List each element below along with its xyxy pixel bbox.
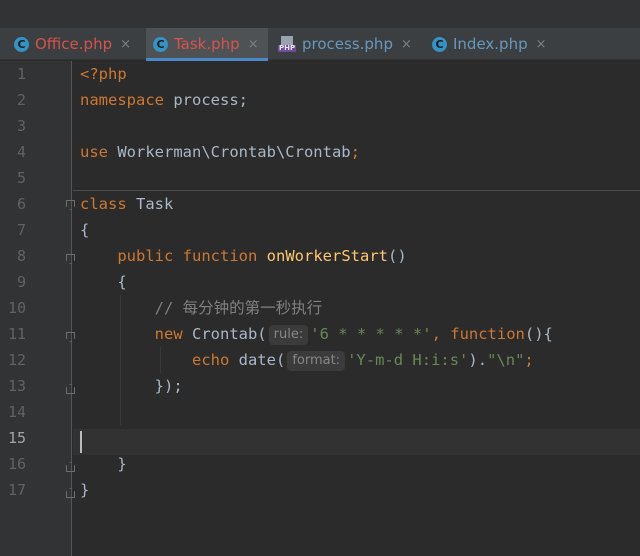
line-number-gutter[interactable]: 1 2 3 4 5 6 7 8 9 10 11 12 13 14 15 16 1… xyxy=(0,61,75,556)
parameter-hint: rule: xyxy=(268,325,309,345)
tab-task-php[interactable]: C Task.php × xyxy=(146,28,268,61)
line-number: 4 xyxy=(16,143,26,161)
line-number: 17 xyxy=(7,481,26,499)
code-line-13: }); xyxy=(154,377,183,395)
tab-label: Office.php xyxy=(35,35,113,53)
line-number: 8 xyxy=(16,247,26,265)
code-line-1: <?php xyxy=(80,65,127,83)
text-cursor xyxy=(80,431,82,453)
tab-process-php[interactable]: PHP process.php × xyxy=(278,28,418,60)
tab-label: Task.php xyxy=(174,35,240,53)
code-line-8: public function onWorkerStart() xyxy=(117,247,407,265)
line-number-current: 15 xyxy=(7,429,26,447)
close-icon[interactable]: × xyxy=(248,37,259,52)
code-line-10: // 每分钟的第一秒执行 xyxy=(154,299,323,317)
line-number: 6 xyxy=(16,195,26,213)
class-icon: C xyxy=(14,36,29,52)
close-icon[interactable]: × xyxy=(401,37,412,52)
parameter-hint: format: xyxy=(287,351,346,371)
editor-tab-bar: C Office.php × C Task.php × PHP process.… xyxy=(0,28,640,61)
code-line-7: { xyxy=(80,221,90,239)
line-number: 9 xyxy=(16,273,26,291)
code-editor[interactable]: <?php namespace process; use Workerman\C… xyxy=(73,61,640,556)
tab-label: Index.php xyxy=(453,35,528,53)
code-line-11: new Crontab(rule: '6 * * * * *', function… xyxy=(154,325,553,345)
line-number: 1 xyxy=(16,65,26,83)
line-number: 13 xyxy=(7,377,26,395)
code-line-12: echo date(format: 'Y-m-d H:i:s')."\n"; xyxy=(191,351,534,371)
class-icon: C xyxy=(153,36,168,52)
line-number: 11 xyxy=(7,325,26,343)
tab-label: process.php xyxy=(302,35,393,53)
code-line-9: { xyxy=(117,273,127,291)
line-number: 2 xyxy=(16,91,26,109)
line-number: 7 xyxy=(16,221,26,239)
line-number: 12 xyxy=(7,351,26,369)
code-line-6: class Task xyxy=(80,195,174,213)
class-icon: C xyxy=(432,36,447,52)
php-file-icon: PHP xyxy=(278,36,297,52)
window-top-strip xyxy=(0,0,640,28)
close-icon[interactable]: × xyxy=(536,37,547,52)
line-number: 10 xyxy=(7,299,26,317)
code-line-17: } xyxy=(80,481,90,499)
tab-index-php[interactable]: C Index.php × xyxy=(432,28,562,60)
code-line-16: } xyxy=(117,455,127,473)
line-number: 14 xyxy=(7,403,26,421)
code-line-2: namespace process; xyxy=(80,91,248,109)
line-number: 5 xyxy=(16,169,26,187)
line-number: 16 xyxy=(7,455,26,473)
code-line-4: use Workerman\Crontab\Crontab; xyxy=(80,143,360,161)
line-number: 3 xyxy=(16,117,26,135)
tab-office-php[interactable]: C Office.php × xyxy=(8,28,146,60)
current-line-highlight xyxy=(73,429,640,455)
close-icon[interactable]: × xyxy=(120,37,131,52)
